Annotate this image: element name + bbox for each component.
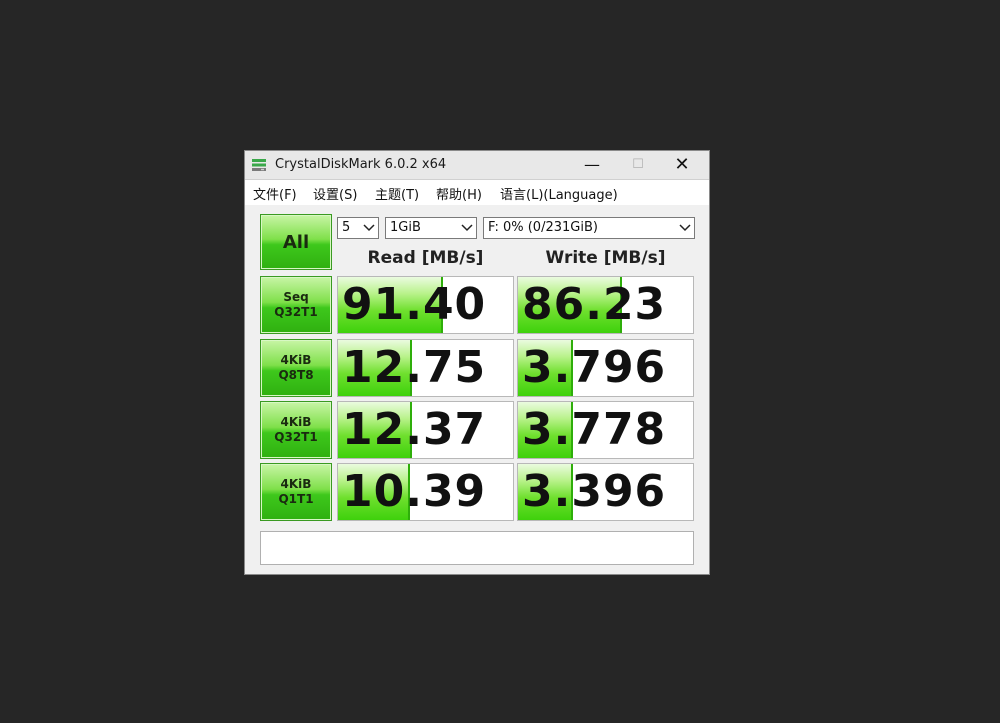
read-result-value: 12.75 bbox=[342, 342, 487, 393]
read-result-cell: 12.37 bbox=[337, 401, 514, 459]
drive-value: F: 0% (0/231GiB) bbox=[488, 220, 598, 235]
test-label-line2: Q1T1 bbox=[278, 492, 314, 506]
read-result-cell: 12.75 bbox=[337, 339, 514, 397]
comment-field[interactable] bbox=[260, 531, 694, 565]
test-size-value: 1GiB bbox=[390, 220, 421, 235]
read-column-header: Read [MB/s] bbox=[367, 248, 484, 268]
write-result-value: 3.778 bbox=[522, 404, 667, 455]
write-result-cell: 3.396 bbox=[517, 463, 694, 521]
drive-select[interactable]: F: 0% (0/231GiB) bbox=[483, 217, 695, 239]
menu-theme[interactable]: 主题(T) bbox=[375, 184, 419, 203]
test-label-line2: Q32T1 bbox=[274, 430, 318, 444]
test-count-value: 5 bbox=[342, 220, 351, 235]
chevron-down-icon bbox=[363, 224, 375, 232]
test-button-4kib-q8t8[interactable]: 4KiB Q8T8 bbox=[260, 339, 332, 397]
test-button-seq-q32t1[interactable]: Seq Q32T1 bbox=[260, 276, 332, 334]
read-result-cell: 10.39 bbox=[337, 463, 514, 521]
menu-bar: 文件(F) 设置(S) 主题(T) 帮助(H) 语言(L)(Language) bbox=[245, 180, 709, 204]
test-button-4kib-q1t1[interactable]: 4KiB Q1T1 bbox=[260, 463, 332, 521]
chevron-down-icon bbox=[679, 224, 691, 232]
test-button-4kib-q32t1[interactable]: 4KiB Q32T1 bbox=[260, 401, 332, 459]
read-result-value: 91.40 bbox=[342, 279, 487, 330]
test-size-select[interactable]: 1GiB bbox=[385, 217, 477, 239]
minimize-button[interactable]: — bbox=[569, 151, 615, 179]
window-title: CrystalDiskMark 6.0.2 x64 bbox=[275, 157, 447, 172]
write-result-value: 86.23 bbox=[522, 279, 667, 330]
close-button[interactable]: ✕ bbox=[659, 151, 705, 179]
write-result-value: 3.396 bbox=[522, 466, 667, 517]
read-result-value: 12.37 bbox=[342, 404, 487, 455]
all-button[interactable]: All bbox=[260, 214, 332, 270]
chevron-down-icon bbox=[461, 224, 473, 232]
app-window: CrystalDiskMark 6.0.2 x64 — ☐ ✕ 文件(F) 设置… bbox=[244, 150, 710, 575]
write-result-cell: 3.778 bbox=[517, 401, 694, 459]
read-result-cell: 91.40 bbox=[337, 276, 514, 334]
test-count-select[interactable]: 5 bbox=[337, 217, 379, 239]
test-label-line2: Q32T1 bbox=[274, 305, 318, 319]
test-label-line1: Seq bbox=[283, 290, 309, 304]
menu-language[interactable]: 语言(L)(Language) bbox=[500, 184, 618, 203]
write-result-cell: 86.23 bbox=[517, 276, 694, 334]
test-label-line2: Q8T8 bbox=[278, 368, 314, 382]
title-bar[interactable]: CrystalDiskMark 6.0.2 x64 — ☐ ✕ bbox=[245, 151, 709, 180]
main-panel: All 5 1GiB F: 0% (0/231GiB) Read [MB/s] … bbox=[245, 205, 709, 574]
write-result-value: 3.796 bbox=[522, 342, 667, 393]
test-label-line1: 4KiB bbox=[280, 415, 312, 429]
menu-help[interactable]: 帮助(H) bbox=[436, 184, 482, 203]
write-column-header: Write [MB/s] bbox=[545, 248, 666, 268]
maximize-button[interactable]: ☐ bbox=[615, 151, 661, 179]
menu-settings[interactable]: 设置(S) bbox=[313, 184, 357, 203]
menu-file[interactable]: 文件(F) bbox=[253, 184, 297, 203]
write-result-cell: 3.796 bbox=[517, 339, 694, 397]
read-result-value: 10.39 bbox=[342, 466, 487, 517]
app-disk-icon bbox=[252, 159, 266, 171]
test-label-line1: 4KiB bbox=[280, 477, 312, 491]
test-label-line1: 4KiB bbox=[280, 353, 312, 367]
